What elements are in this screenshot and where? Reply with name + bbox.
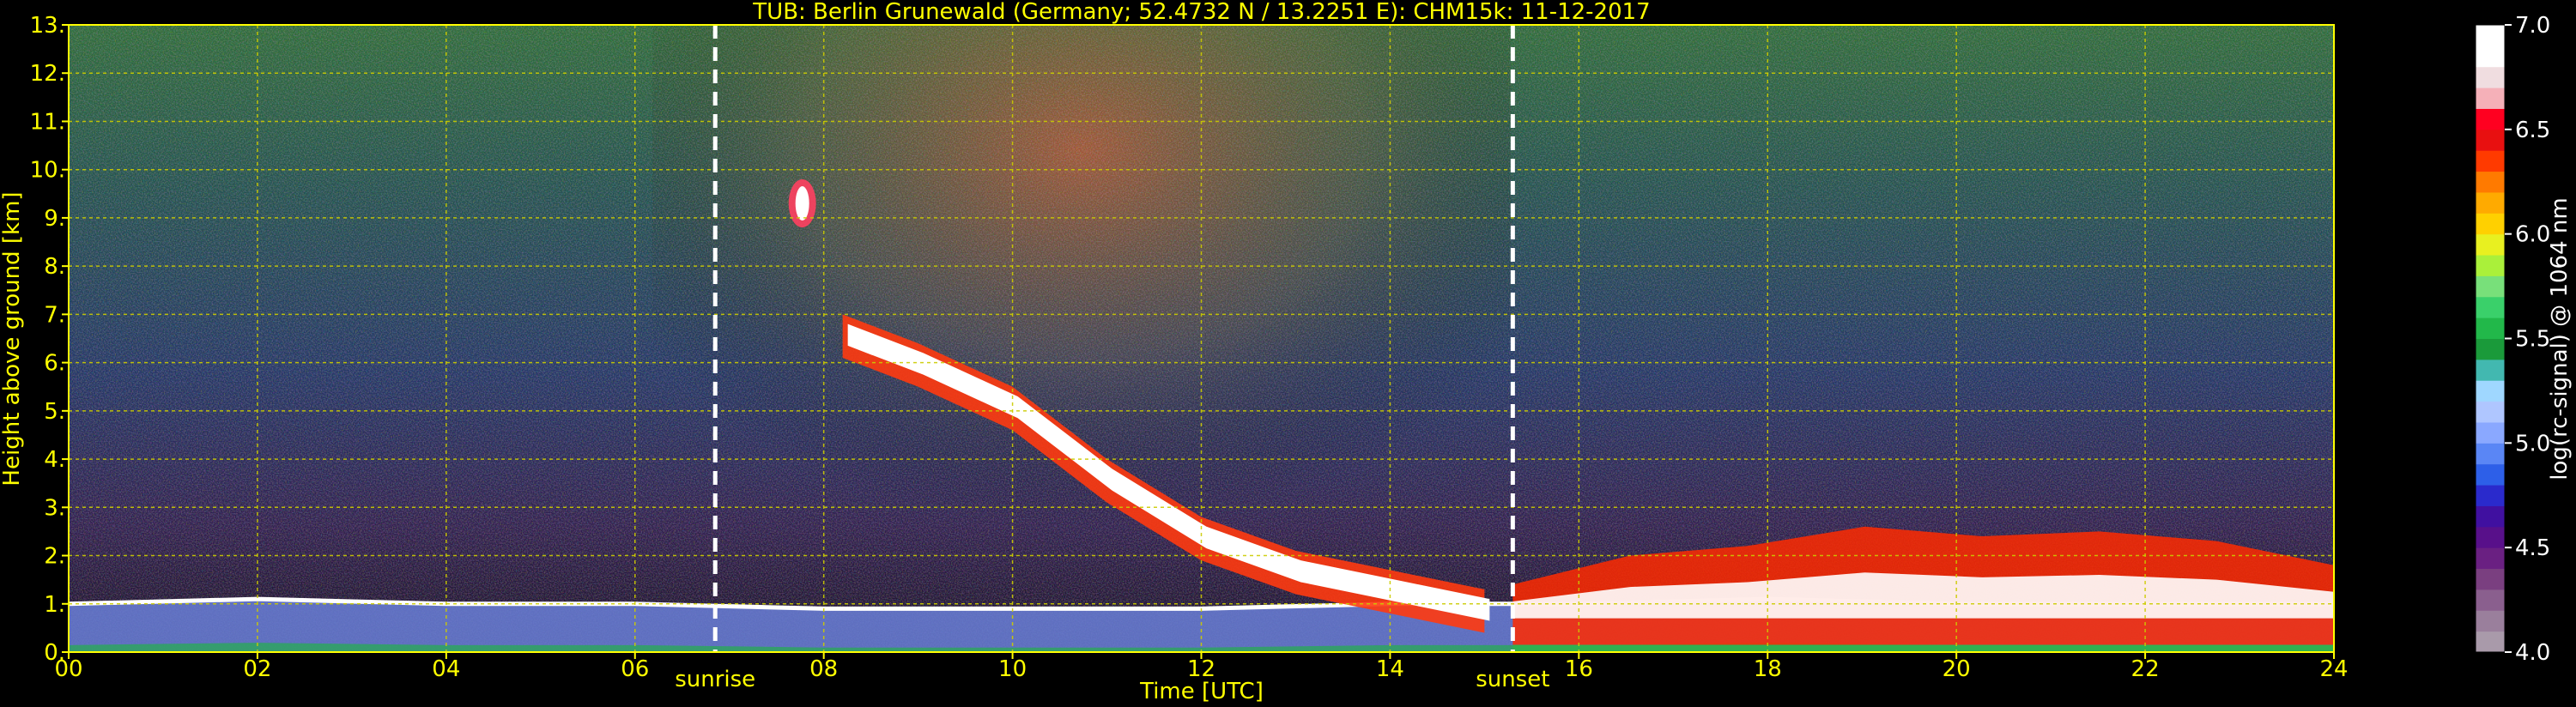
colorbar-tick-label: 5.5: [2515, 327, 2550, 353]
colorbar-band: [2476, 108, 2505, 130]
colorbar-tick-label: 7.0: [2515, 13, 2550, 39]
colorbar-band: [2476, 463, 2505, 486]
colorbar-band: [2476, 66, 2505, 88]
x-tick-label: 10: [998, 656, 1027, 682]
colorbar-band: [2476, 526, 2505, 548]
high-cloud-core: [795, 186, 809, 221]
colorbar: 4.0 4.5 5.0 5.5 6.0 6.5 7.0 log(rc-signal) @ 1…: [2475, 13, 2573, 666]
y-tick-label: 0.: [44, 640, 65, 666]
colorbar-tick-label: 6.0: [2515, 222, 2550, 248]
colorbar-band: [2476, 317, 2505, 339]
colorbar-band: [2476, 631, 2505, 653]
y-tick-label: 2.: [44, 544, 65, 570]
colorbar-band: [2476, 401, 2505, 423]
colorbar-band: [2476, 589, 2505, 611]
y-tick-label: 3.: [44, 495, 65, 521]
colorbar-band: [2476, 129, 2505, 151]
y-tick-label: 5.: [44, 399, 65, 425]
colorbar-tick-label: 4.0: [2515, 640, 2550, 666]
x-tick-label: 22: [2131, 656, 2160, 682]
surface-layer: [1512, 644, 2334, 652]
x-tick-label: 20: [1943, 656, 1971, 682]
y-tick-label: 9.: [44, 206, 65, 232]
y-tick-label: 11.: [30, 109, 65, 135]
ceilometer-chart: TUB: Berlin Grunewald (Germany; 52.4732 …: [0, 0, 2573, 704]
y-tick-label: 10.: [30, 158, 65, 184]
colorbar-label: log(rc-signal) @ 1064 nm: [2547, 197, 2573, 480]
y-tick-label: 1.: [44, 592, 65, 618]
colorbar-tick-label: 5.0: [2515, 431, 2550, 456]
colorbar-tick-label: 4.5: [2515, 535, 2550, 561]
y-tick-label: 4.: [44, 447, 65, 473]
colorbar-band: [2476, 191, 2505, 214]
x-tick-label: 14: [1376, 656, 1404, 682]
x-tick-label: 04: [432, 656, 460, 682]
x-axis-label: Time [UTC]: [1139, 679, 1264, 704]
colorbar-band: [2476, 338, 2505, 360]
y-tick-label: 6.: [44, 351, 65, 377]
colorbar-band: [2476, 359, 2505, 381]
x-tick-label: 18: [1754, 656, 1782, 682]
colorbar-band: [2476, 547, 2505, 570]
colorbar-band: [2476, 150, 2505, 172]
colorbar-band: [2476, 45, 2505, 68]
colorbar-band: [2476, 275, 2505, 298]
colorbar-band: [2476, 610, 2505, 632]
x-tick-label: 16: [1565, 656, 1593, 682]
x-tick-label: 08: [809, 656, 838, 682]
colorbar-band: [2476, 233, 2505, 256]
colorbar-band: [2476, 568, 2505, 590]
x-tick-label: 06: [621, 656, 649, 682]
y-tick-label: 13.: [30, 13, 65, 39]
chart-title: TUB: Berlin Grunewald (Germany; 52.4732 …: [752, 0, 1650, 25]
y-axis-label: Height above ground [km]: [0, 191, 25, 486]
colorbar-ticks: 4.0 4.5 5.0 5.5 6.0 6.5 7.0: [2505, 13, 2550, 666]
x-tick-label: 24: [2319, 656, 2348, 682]
colorbar-band: [2476, 505, 2505, 528]
y-tick-label: 8.: [44, 254, 65, 280]
y-tick-label: 12.: [30, 61, 65, 87]
colorbar-band: [2476, 25, 2505, 46]
colorbar-tick-label: 6.5: [2515, 118, 2550, 143]
colorbar-band: [2476, 213, 2505, 235]
plot-area: [69, 25, 2334, 652]
marker-label-sunset: sunset: [1476, 667, 1549, 692]
y-tick-label: 7.: [44, 302, 65, 328]
colorbar-band: [2476, 421, 2505, 444]
marker-label-sunrise: sunrise: [675, 667, 755, 692]
x-tick-label: 02: [243, 656, 271, 682]
colorbar-band: [2476, 443, 2505, 465]
colorbar-band: [2476, 485, 2505, 506]
colorbar-bands: [2476, 25, 2505, 653]
colorbar-band: [2476, 380, 2505, 402]
colorbar-band: [2476, 171, 2505, 193]
colorbar-band: [2476, 255, 2505, 276]
colorbar-band: [2476, 88, 2505, 109]
colorbar-band: [2476, 296, 2505, 318]
